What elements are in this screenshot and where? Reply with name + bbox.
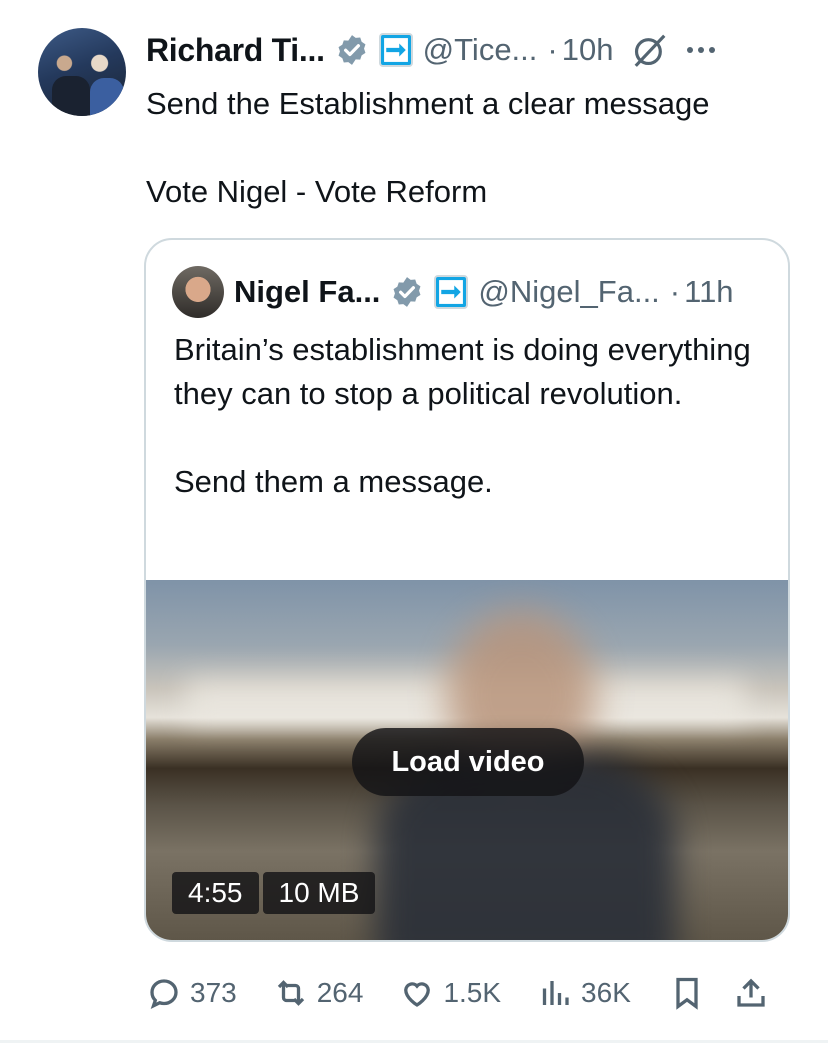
like-count: 1.5K [443, 977, 502, 1008]
verified-icon[interactable] [390, 275, 424, 309]
quoted-tweet-timestamp[interactable]: 11h [684, 274, 733, 310]
quoted-author-name[interactable]: Nigel Fa... [234, 274, 380, 310]
tweet-text: Send the Establishment a clear message V… [146, 86, 710, 209]
separator-dot: · [547, 32, 558, 67]
reply-icon [150, 979, 178, 1009]
reform-uk-badge-icon[interactable] [434, 275, 469, 309]
tweet-actions: 373 264 1.5K 36K [146, 970, 796, 1016]
views-button[interactable]: 36K [537, 975, 631, 1011]
separator-dot: · [669, 274, 681, 309]
grok-icon[interactable] [631, 31, 669, 69]
reply-count: 373 [190, 977, 237, 1008]
author-avatar[interactable] [38, 28, 126, 116]
reply-button[interactable]: 373 [146, 975, 237, 1011]
share-icon [737, 978, 765, 1007]
views-icon [542, 981, 569, 1005]
quoted-author-handle[interactable]: @Nigel_Fa... [478, 274, 659, 310]
video-size: 10 MB [262, 872, 376, 914]
tweet-header: Richard Ti... @Tice... · 10h [146, 28, 716, 72]
quoted-tweet-text: Britain’s establishment is doing everyth… [174, 332, 751, 499]
divider [0, 1040, 828, 1043]
verified-icon[interactable] [335, 33, 369, 67]
like-icon [404, 982, 431, 1007]
video-meta: 4:55 10 MB [172, 872, 376, 914]
bookmark-icon [676, 977, 698, 1010]
video-player[interactable]: Load video 4:55 10 MB [146, 580, 788, 940]
reform-uk-badge-icon[interactable] [378, 33, 413, 67]
video-duration: 4:55 [172, 872, 259, 914]
like-button[interactable]: 1.5K [399, 975, 501, 1011]
quoted-author-avatar[interactable] [172, 266, 224, 318]
repost-button[interactable]: 264 [273, 975, 364, 1011]
views-count: 36K [581, 977, 631, 1008]
share-button[interactable] [733, 975, 769, 1011]
more-icon[interactable] [687, 33, 716, 67]
load-video-button[interactable]: Load video [352, 728, 584, 796]
avatar-figure [90, 78, 124, 116]
repost-count: 264 [316, 977, 364, 1008]
author-handle[interactable]: @Tice... [423, 32, 538, 68]
repost-icon [277, 980, 304, 1006]
quoted-tweet[interactable]: Nigel Fa... @Nigel_Fa... · 11h Britain’s… [144, 238, 790, 942]
author-name[interactable]: Richard Ti... [146, 32, 325, 69]
avatar-figure [52, 76, 90, 116]
tweet-timestamp[interactable]: 10h [562, 32, 614, 68]
quoted-tweet-header: Nigel Fa... @Nigel_Fa... · 11h [234, 270, 734, 314]
bookmark-button[interactable] [669, 975, 705, 1011]
